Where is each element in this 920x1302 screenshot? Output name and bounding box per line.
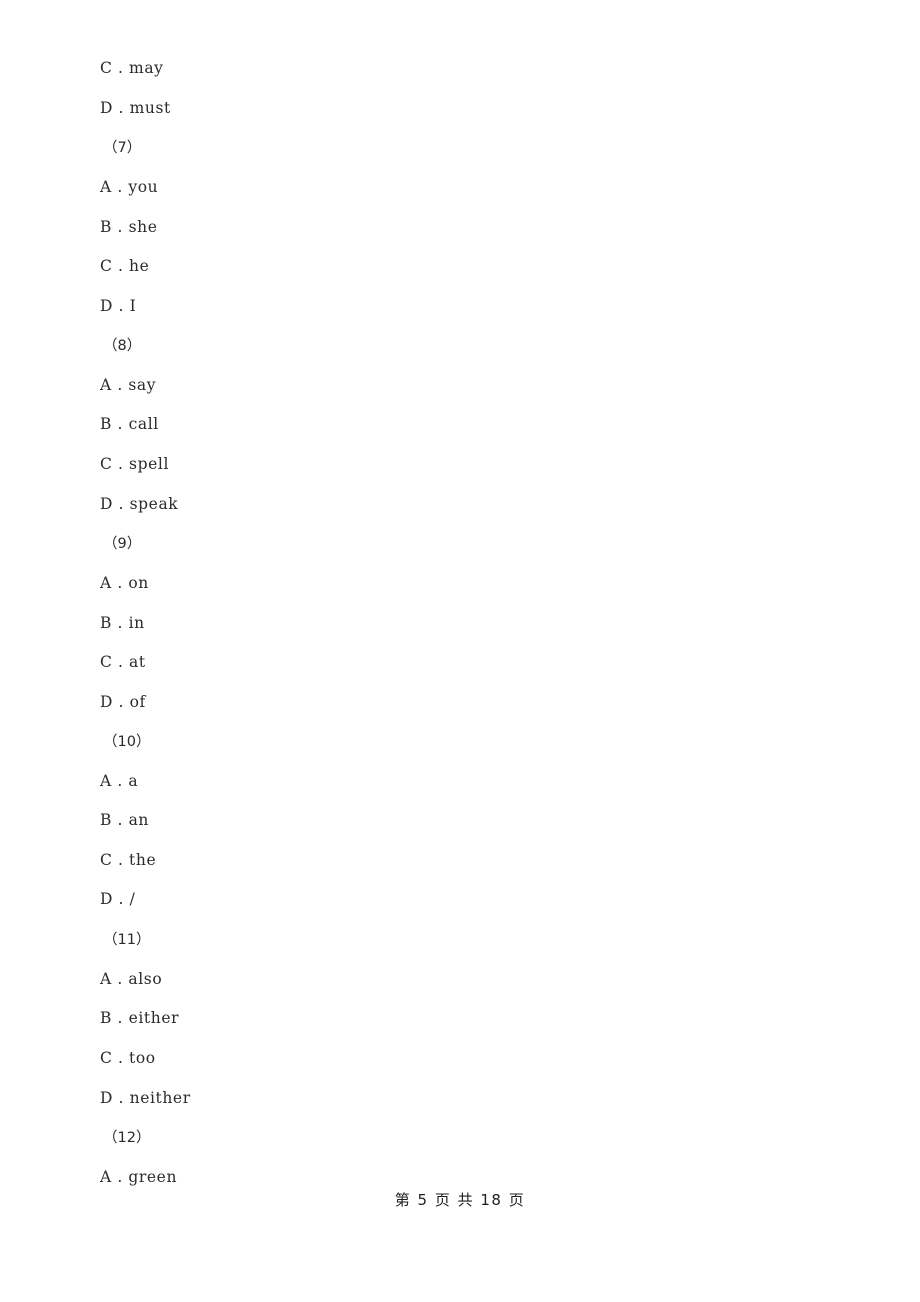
question-number: （11） [0,927,920,951]
question-number-label: （9） [103,536,142,552]
answer-option: D . I [0,294,920,318]
answer-option-label: A . you [100,178,159,196]
answer-option-label: B . either [100,1009,180,1027]
question-number-label: （7） [103,140,142,156]
answer-option-label: C . too [100,1049,156,1067]
question-number: （8） [0,333,920,357]
answer-option-label: A . green [100,1168,178,1186]
answer-option-label: C . spell [100,455,170,473]
question-number: （9） [0,531,920,555]
answer-option: D . speak [0,492,920,516]
answer-option-label: C . at [100,653,146,671]
question-number: （12） [0,1125,920,1149]
answer-option: B . in [0,611,920,635]
answer-option: D . must [0,96,920,120]
answer-option: A . also [0,967,920,991]
answer-option: A . say [0,373,920,397]
answer-option: D . neither [0,1086,920,1110]
answer-option-label: D . / [100,890,136,908]
answer-option-label: D . neither [100,1089,191,1107]
answer-option: B . an [0,808,920,832]
page-footer: 第 5 页 共 18 页 [394,1191,526,1209]
answer-option: B . either [0,1006,920,1030]
answer-option-label: C . the [100,851,157,869]
answer-option-label: C . he [100,257,150,275]
question-number: （10） [0,729,920,753]
answer-option-label: B . she [100,218,158,236]
answer-option-label: D . speak [100,495,179,513]
answer-option-label: B . in [100,614,145,632]
question-number-label: （12） [103,1130,151,1146]
answer-option: C . spell [0,452,920,476]
question-number: （7） [0,135,920,159]
answer-option-label: B . an [100,811,149,829]
answer-option-label: D . I [100,297,137,315]
document-page: C . may D . must （7） A . you B . she C . he D … [0,0,920,1302]
answer-option: A . you [0,175,920,199]
answer-option: B . call [0,412,920,436]
answer-option-label: D . of [100,693,146,711]
answer-option: A . a [0,769,920,793]
answer-option: D . / [0,887,920,911]
answer-option-label: C . may [100,59,164,77]
question-number-label: （11） [103,932,151,948]
answer-option: C . at [0,650,920,674]
answer-option: A . green [0,1165,920,1189]
answer-option: C . may [0,56,920,80]
answer-option-label: A . say [100,376,157,394]
answer-option-label: D . must [100,99,171,117]
answer-option: B . she [0,215,920,239]
question-number-label: （8） [103,338,142,354]
answer-option: C . too [0,1046,920,1070]
answer-option: C . he [0,254,920,278]
question-number-label: （10） [103,734,151,750]
answer-option-label: A . on [100,574,149,592]
answer-option: C . the [0,848,920,872]
answer-option: A . on [0,571,920,595]
answer-option-label: A . also [100,970,163,988]
answer-option-label: A . a [100,772,139,790]
answer-option: D . of [0,690,920,714]
answer-option-label: B . call [100,415,159,433]
